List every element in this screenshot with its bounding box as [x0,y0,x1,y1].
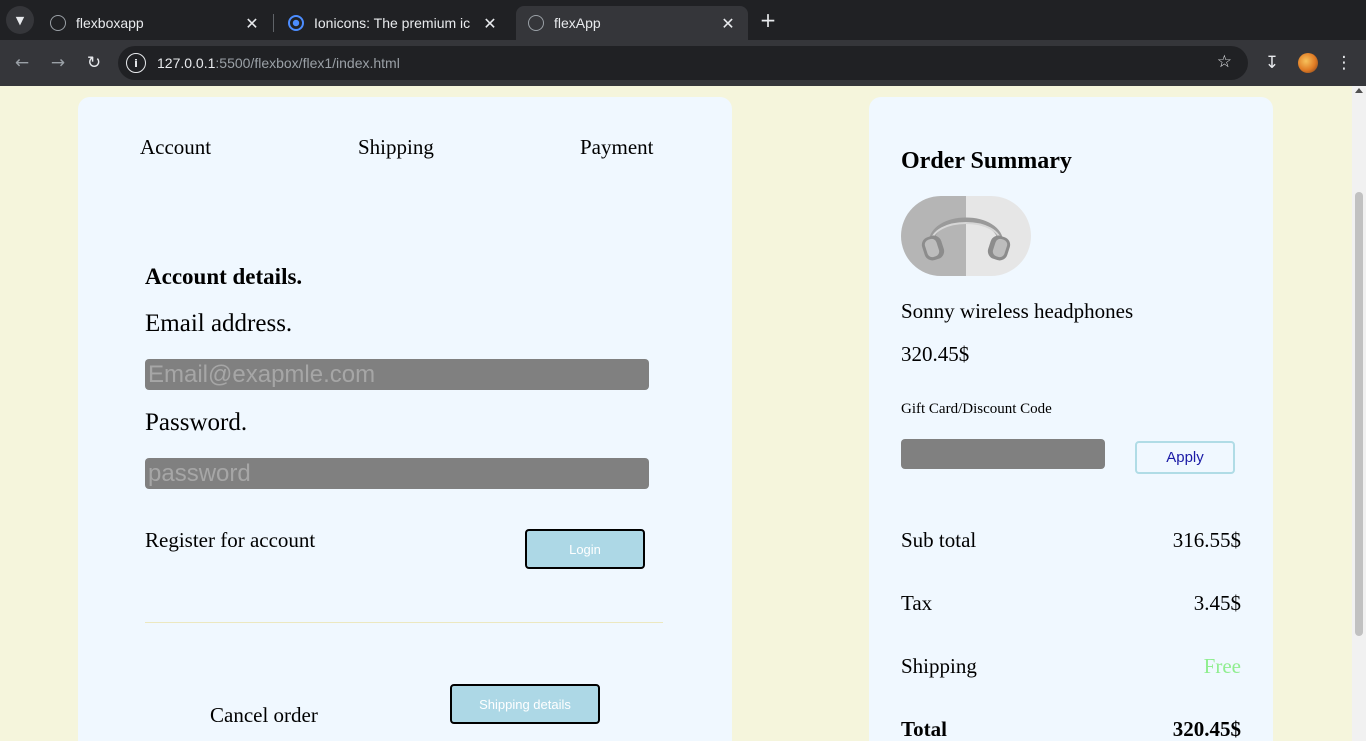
account-details-heading: Account details. [145,264,303,289]
globe-icon [50,15,66,31]
url-path: :5500/flexbox/flex1/index.html [215,55,400,71]
tab-title: Ionicons: The premium ic [314,15,471,31]
order-summary-card [869,97,1273,741]
reload-icon[interactable]: ↻ [80,49,108,77]
cancel-order-link[interactable]: Cancel order [210,703,318,728]
shipping-label: Shipping [901,654,977,678]
tax-label: Tax [901,591,933,615]
url-text[interactable]: 127.0.0.1:5500/flexbox/flex1/index.html [157,55,400,71]
tab-ionicons[interactable]: Ionicons: The premium ic ✕ [276,6,510,40]
step-account[interactable]: Account [140,135,211,160]
shipping-value: Free [1203,654,1241,678]
headphones-icon [921,217,1011,261]
discount-code-input[interactable] [901,439,1105,469]
tab-flexboxapp[interactable]: flexboxapp ✕ [38,6,272,40]
subtotal-value: 316.55$ [1172,528,1241,552]
email-field[interactable] [145,359,649,390]
tab-close-icon[interactable]: ✕ [720,14,736,33]
new-tab-icon[interactable]: + [756,8,780,32]
page-scrollbar[interactable] [1352,86,1366,741]
step-payment[interactable]: Payment [580,135,654,160]
product-price: 320.45$ [901,342,970,366]
address-bar[interactable]: i 127.0.0.1:5500/flexbox/flex1/index.htm… [118,46,1248,80]
scrollbar-thumb[interactable] [1355,192,1363,636]
step-shipping[interactable]: Shipping [358,135,434,160]
total-label: Total [901,717,947,741]
ionicons-icon [288,15,304,31]
download-icon[interactable]: ↧ [1258,49,1286,77]
register-link[interactable]: Register for account [145,528,315,553]
tab-flexapp[interactable]: flexApp ✕ [516,6,748,40]
browser-toolbar: ← → ↻ i 127.0.0.1:5500/flexbox/flex1/ind… [0,40,1366,86]
tax-value: 3.45$ [1193,591,1241,615]
total-value: 320.45$ [1172,717,1241,741]
profile-avatar[interactable] [1294,49,1322,77]
url-host: 127.0.0.1 [157,55,216,71]
tab-search-chevron-icon[interactable]: ▼ [6,6,34,34]
forward-icon[interactable]: → [44,49,72,77]
password-field[interactable] [145,458,649,489]
menu-kebab-icon[interactable]: ⋮ [1330,49,1358,77]
subtotal-label: Sub total [901,528,977,552]
bookmark-star-icon[interactable]: ☆ [1217,52,1232,72]
order-summary-title: Order Summary [901,148,1072,174]
tab-close-icon[interactable]: ✕ [244,14,260,33]
apply-button[interactable]: Apply [1135,441,1235,474]
tab-title: flexboxapp [76,15,144,31]
divider [145,622,663,623]
back-icon[interactable]: ← [8,49,36,77]
product-name: Sonny wireless headphones [901,299,1134,323]
shipping-details-button[interactable]: Shipping details [450,684,600,724]
avatar-icon [1298,53,1318,73]
headphones-image [901,196,1031,276]
tab-close-icon[interactable]: ✕ [482,14,498,33]
email-label: Email address. [145,310,293,337]
globe-icon [528,15,544,31]
password-label: Password. [145,409,248,436]
browser-tab-bar: ▼ flexboxapp ✕ Ionicons: The premium ic … [0,0,1366,40]
gift-card-label: Gift Card/Discount Code [901,401,1052,417]
tab-title: flexApp [554,15,601,31]
tab-separator [273,14,274,32]
site-info-icon[interactable]: i [126,53,146,73]
scroll-up-icon[interactable] [1355,88,1363,93]
login-button[interactable]: Login [525,529,645,569]
